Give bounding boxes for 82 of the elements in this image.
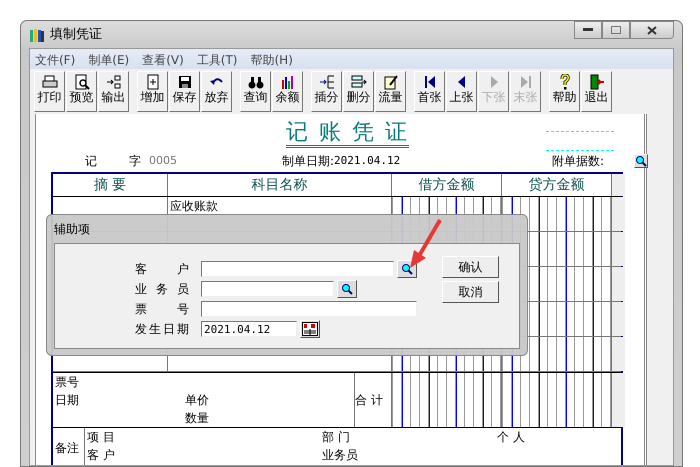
field-label: 发生日期 xyxy=(135,321,189,338)
toolbar-button[interactable]: 流量 xyxy=(375,71,406,112)
toolbar-button[interactable]: 预览 xyxy=(66,71,97,112)
column-header: 科目名称 xyxy=(168,174,392,196)
input-field[interactable] xyxy=(201,261,394,277)
close-icon xyxy=(647,26,657,34)
column-header: 借方金额 xyxy=(392,174,502,196)
maximize-button[interactable] xyxy=(602,21,630,39)
toolbar-button[interactable]: 首张 xyxy=(414,71,445,112)
toolbar-button[interactable]: 帮助 xyxy=(549,71,580,112)
menu-item[interactable]: 帮助(H) xyxy=(246,49,301,69)
field-label: 客 户 xyxy=(135,261,189,278)
calendar-icon xyxy=(302,322,318,336)
menu-item[interactable]: 制单(E) xyxy=(83,49,138,69)
dashed-guide-lines xyxy=(546,131,614,151)
menu-item[interactable]: 查看(V) xyxy=(137,49,192,69)
minimize-icon xyxy=(583,28,593,32)
quantity-label: 数量 xyxy=(185,410,210,427)
minimize-button[interactable] xyxy=(574,21,602,39)
input-field[interactable]: 2021.04.12 xyxy=(201,321,297,337)
field-label: 业 务 员 xyxy=(135,281,189,298)
toolbar-button[interactable]: 余额 xyxy=(272,71,303,112)
export-icon xyxy=(106,74,122,90)
calendar-button[interactable] xyxy=(300,320,320,338)
insert-row-icon xyxy=(318,74,334,90)
account-name: 应收账款 xyxy=(170,199,218,213)
toolbar-button[interactable]: 退出 xyxy=(581,71,612,112)
field-label: 票 号 xyxy=(135,301,189,318)
lookup-button[interactable] xyxy=(397,260,417,278)
toolbar-button[interactable]: 查询 xyxy=(240,71,271,112)
search-icon xyxy=(635,155,647,167)
voucher-title: 记 账 凭 证 xyxy=(286,120,409,148)
toolbar-button[interactable]: 插分 xyxy=(311,71,342,112)
close-button[interactable] xyxy=(630,21,674,39)
input-field[interactable] xyxy=(201,301,417,317)
dialog-title: 辅助项 xyxy=(54,221,91,238)
toolbar-button[interactable]: 输出 xyxy=(98,71,129,112)
note-field-label: 客 户 xyxy=(87,447,116,464)
voucher-date: 2021.04.12 xyxy=(334,152,400,169)
notes-label: 备注 xyxy=(55,440,79,457)
preview-icon xyxy=(74,74,90,90)
menu-item[interactable]: 文件(F) xyxy=(30,49,84,69)
toolbar-button[interactable]: 放弃 xyxy=(201,71,232,112)
window-title: 填制凭证 xyxy=(50,26,102,44)
app-icon xyxy=(29,26,45,42)
toolbar-button[interactable]: 保存 xyxy=(169,71,200,112)
date-label: 日期 xyxy=(55,392,80,409)
toolbar-button[interactable]: 打印 xyxy=(34,71,65,112)
ticket-label: 票号 xyxy=(55,374,80,391)
toolbar-button[interactable]: 增加 xyxy=(137,71,168,112)
unit-price-label: 单价 xyxy=(185,392,210,409)
total-label: 合 计 xyxy=(355,392,383,409)
delete-row-icon xyxy=(350,74,366,90)
dialog-button[interactable]: 取消 xyxy=(442,281,499,303)
printer-icon xyxy=(42,74,58,90)
voucher-number: 0005 xyxy=(149,152,177,169)
search-icon xyxy=(401,263,413,275)
note-field-label: 业务员 xyxy=(322,447,359,464)
note-field-label: 个 人 xyxy=(497,429,526,446)
voucher-type: 记 xyxy=(85,153,97,170)
voucher-type-suffix: 字 xyxy=(129,153,141,170)
toolbar-button[interactable]: 删分 xyxy=(343,71,374,112)
new-page-icon xyxy=(144,74,160,90)
note-field-label: 项 目 xyxy=(87,429,116,446)
attachments-label: 附单据数: xyxy=(552,153,604,170)
search-icon xyxy=(341,283,353,295)
input-field[interactable] xyxy=(201,281,334,297)
binoculars-icon xyxy=(248,74,264,90)
maximize-icon xyxy=(611,26,621,34)
note-field-label: 部 门 xyxy=(322,429,351,446)
dialog-button[interactable]: 确认 xyxy=(442,256,499,278)
scrollbar-track xyxy=(612,373,625,427)
column-header: 摘 要 xyxy=(53,174,168,196)
date-label: 制单日期: xyxy=(282,153,334,170)
exit-door-icon xyxy=(588,74,604,90)
bar-chart-icon xyxy=(280,74,296,90)
toolbar-button[interactable]: 上张 xyxy=(446,71,477,112)
arrow-annotation xyxy=(408,218,442,270)
lookup-button[interactable] xyxy=(337,280,357,298)
menu-item[interactable]: 工具(T) xyxy=(192,49,246,69)
pencil-note-icon xyxy=(382,74,398,90)
search-button[interactable] xyxy=(634,154,648,168)
